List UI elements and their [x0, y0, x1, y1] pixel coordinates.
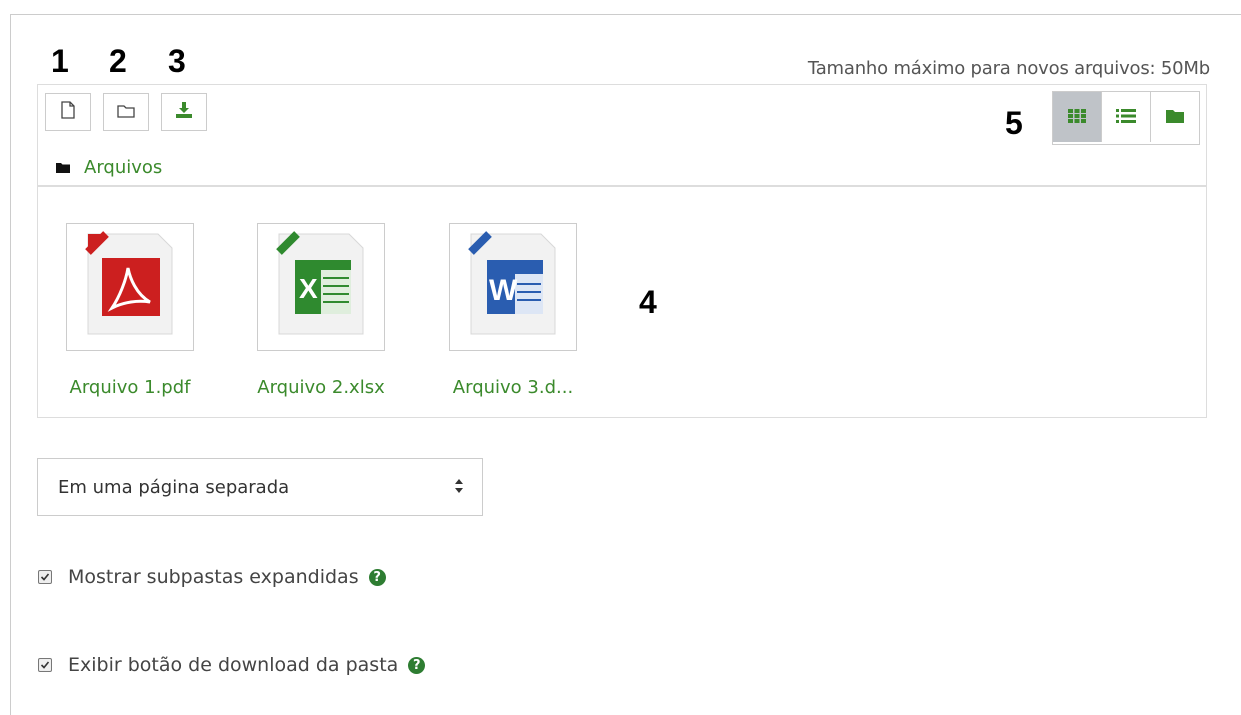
- display-mode-value: Em uma página separada: [58, 476, 290, 498]
- file-item[interactable]: Arquivo 1.pdf: [55, 223, 205, 398]
- create-folder-button[interactable]: [103, 93, 149, 131]
- max-file-size-text: Tamanho máximo para novos arquivos: 50Mb: [807, 58, 1210, 79]
- download-all-button[interactable]: [161, 93, 207, 131]
- download-button-label: Exibir botão de download da pasta: [68, 654, 399, 676]
- show-expanded-checkbox[interactable]: [38, 570, 52, 584]
- grid-icon: [1068, 108, 1086, 127]
- new-folder-icon: [117, 103, 135, 122]
- file-name[interactable]: Arquivo 3.d...: [438, 377, 588, 398]
- download-icon: [175, 101, 193, 123]
- annotation-1: 1: [51, 43, 69, 79]
- display-mode-select[interactable]: Em uma página separada: [37, 458, 483, 516]
- annotation-3: 3: [168, 43, 186, 79]
- file-thumbnail[interactable]: W: [449, 223, 577, 351]
- file-name[interactable]: Arquivo 2.xlsx: [246, 377, 396, 398]
- excel-file-icon: X: [273, 230, 369, 344]
- new-file-icon: [60, 101, 76, 123]
- breadcrumb: Arquivos: [56, 157, 162, 178]
- breadcrumb-link-arquivos[interactable]: Arquivos: [84, 157, 162, 178]
- help-icon[interactable]: ?: [368, 568, 386, 586]
- view-icons-button[interactable]: [1053, 92, 1101, 142]
- view-list-button[interactable]: [1101, 92, 1150, 142]
- file-thumbnail[interactable]: X: [257, 223, 385, 351]
- annotation-4: 4: [639, 284, 657, 320]
- option-show-expanded: Mostrar subpastas expandidas ?: [38, 566, 386, 588]
- annotation-2: 2: [109, 43, 127, 79]
- folder-tree-icon: [1166, 108, 1184, 127]
- option-download-button: Exibir botão de download da pasta ?: [38, 654, 426, 676]
- word-file-icon: W: [465, 230, 561, 344]
- svg-text:W: W: [489, 274, 518, 307]
- folder-icon: [56, 158, 70, 177]
- download-button-checkbox[interactable]: [38, 658, 52, 672]
- file-item[interactable]: X Arquivo 2.xlsx: [246, 223, 396, 398]
- file-item[interactable]: W Arquivo 3.d...: [438, 223, 588, 398]
- add-file-button[interactable]: [45, 93, 91, 131]
- view-tree-button[interactable]: [1150, 92, 1199, 142]
- file-thumbnail[interactable]: [66, 223, 194, 351]
- list-icon: [1116, 108, 1136, 127]
- file-manager-toolbar: 5 Arquivos: [38, 85, 1206, 187]
- pdf-file-icon: [82, 230, 178, 344]
- view-mode-switcher: [1052, 91, 1200, 145]
- file-name[interactable]: Arquivo 1.pdf: [55, 377, 205, 398]
- select-arrows-icon: [454, 475, 464, 502]
- svg-text:X: X: [299, 273, 318, 304]
- show-expanded-label: Mostrar subpastas expandidas: [68, 566, 359, 588]
- help-icon[interactable]: ?: [408, 656, 426, 674]
- file-manager: 5 Arquivos Arquivo 1.pdf X Arquivo 2.xls…: [37, 84, 1207, 418]
- annotation-5: 5: [1005, 105, 1023, 141]
